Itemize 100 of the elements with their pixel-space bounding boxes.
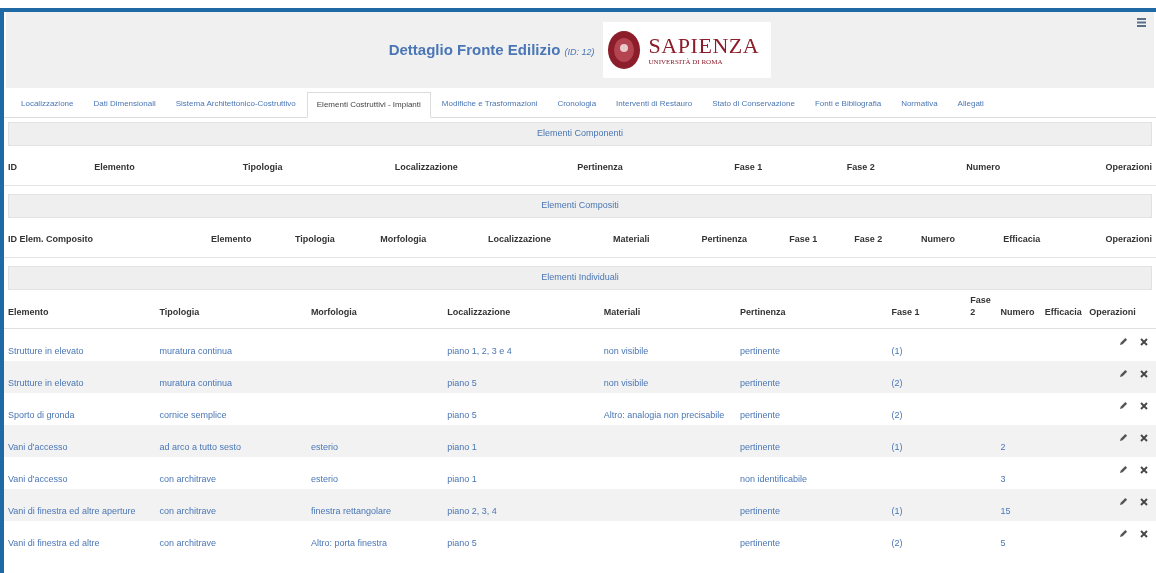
column-header: Morfologia bbox=[379, 232, 428, 246]
edit-icon[interactable] bbox=[1119, 337, 1128, 346]
column-header: Tipologia bbox=[241, 160, 284, 174]
cell-link[interactable]: con architrave bbox=[159, 538, 216, 548]
cell-link[interactable]: pertinente bbox=[739, 410, 780, 420]
cell-link[interactable]: non visibile bbox=[603, 346, 649, 356]
cell-link[interactable]: Vani di finestra ed altre aperture bbox=[8, 506, 136, 516]
cell-link[interactable]: pertinente bbox=[739, 442, 780, 452]
cell-link[interactable]: pertinente bbox=[739, 378, 780, 388]
column-header: Fase 1 bbox=[733, 160, 764, 174]
cell-link[interactable]: (1) bbox=[891, 442, 903, 452]
tab[interactable]: Elementi Costruttivi - Impianti bbox=[306, 92, 431, 118]
edit-icon[interactable] bbox=[1119, 465, 1128, 474]
cell-link[interactable]: muratura continua bbox=[159, 378, 232, 388]
cell-link[interactable]: piano 2, 3, 4 bbox=[447, 506, 497, 516]
section-title: Elementi Componenti bbox=[536, 127, 623, 141]
column-header: Pertinenza bbox=[739, 306, 786, 318]
tab[interactable]: Cronologia bbox=[548, 91, 606, 117]
cell-link[interactable]: pertinente bbox=[739, 538, 780, 548]
delete-icon[interactable] bbox=[1140, 497, 1148, 506]
cell-link[interactable]: (2) bbox=[891, 378, 903, 388]
column-header: Localizzazione bbox=[393, 160, 459, 174]
delete-icon[interactable] bbox=[1140, 337, 1148, 346]
cell-link[interactable]: (1) bbox=[891, 346, 903, 356]
column-header: Tipologia bbox=[294, 232, 336, 246]
edit-icon[interactable] bbox=[1119, 433, 1128, 442]
cell-link[interactable]: 3 bbox=[1000, 474, 1006, 484]
column-header: Materiali bbox=[603, 306, 641, 318]
cell-link[interactable]: piano 5 bbox=[447, 538, 477, 548]
tab[interactable]: Stato di Conservazione bbox=[703, 91, 804, 117]
column-header: Localizzazione bbox=[487, 232, 553, 246]
cell-link[interactable]: Vani d'accesso bbox=[8, 474, 68, 484]
column-header: Fase 1 bbox=[788, 232, 819, 246]
edit-icon[interactable] bbox=[1119, 401, 1128, 410]
delete-icon[interactable] bbox=[1140, 401, 1148, 410]
cell-link[interactable]: (2) bbox=[891, 538, 903, 548]
cell-link[interactable]: 5 bbox=[1000, 538, 1006, 548]
tab[interactable]: Interventi di Restauro bbox=[607, 91, 702, 117]
cell-link[interactable]: non visibile bbox=[603, 378, 649, 388]
column-header: Numero bbox=[965, 160, 1002, 174]
column-header: Efficacia bbox=[1044, 306, 1082, 318]
cell-link[interactable]: Strutture in elevato bbox=[8, 346, 84, 356]
menu-icon[interactable] bbox=[1137, 18, 1146, 27]
delete-icon[interactable] bbox=[1140, 465, 1148, 474]
tab[interactable]: Localizzazione bbox=[12, 91, 83, 117]
column-header: Operazioni bbox=[1104, 160, 1152, 174]
cell-link[interactable]: con architrave bbox=[159, 506, 216, 516]
section-title: Elementi Compositi bbox=[541, 199, 619, 213]
cell-link[interactable]: Sporto di gronda bbox=[8, 410, 75, 420]
column-header: Efficacia bbox=[1002, 232, 1042, 246]
cell-link[interactable]: Altro: analogia non precisabile bbox=[603, 410, 725, 420]
cell-link[interactable]: finestra rettangolare bbox=[310, 506, 391, 516]
cell-link[interactable]: esterio bbox=[310, 474, 338, 484]
column-header: ID Elem. Composito bbox=[8, 232, 94, 246]
delete-icon[interactable] bbox=[1140, 369, 1148, 378]
cell-link[interactable]: piano 1 bbox=[447, 442, 477, 452]
column-header: Numero bbox=[920, 232, 957, 246]
column-header: Pertinenza bbox=[576, 160, 624, 174]
column-header: Operazioni bbox=[1089, 306, 1136, 318]
cell-link[interactable]: pertinente bbox=[739, 346, 780, 356]
tab[interactable]: Allegati bbox=[948, 91, 993, 117]
delete-icon[interactable] bbox=[1140, 529, 1148, 538]
seal-icon bbox=[606, 30, 641, 70]
cell-link[interactable]: (1) bbox=[891, 506, 903, 516]
column-header: Materiali bbox=[611, 232, 651, 246]
tab[interactable]: Sistema Architettonico-Costruttivo bbox=[166, 91, 305, 117]
column-header: Fase 2 bbox=[853, 232, 884, 246]
tab[interactable]: Dati Dimensionali bbox=[84, 91, 165, 117]
cell-link[interactable]: Strutture in elevato bbox=[8, 378, 84, 388]
edit-icon[interactable] bbox=[1119, 497, 1128, 506]
cell-link[interactable]: Altro: porta finestra bbox=[310, 538, 387, 548]
column-header: Localizzazione bbox=[447, 306, 511, 318]
cell-link[interactable]: Vani di finestra ed altre bbox=[8, 538, 100, 548]
column-header: Operazioni bbox=[1104, 232, 1152, 246]
column-header: Numero bbox=[1000, 306, 1035, 318]
tab[interactable]: Fonti e Bibliografia bbox=[805, 91, 891, 117]
page-title: Dettaglio Fronte Edilizio (ID: 12) bbox=[388, 39, 595, 60]
cell-link[interactable]: piano 5 bbox=[447, 410, 477, 420]
column-header: Fase 2 bbox=[845, 160, 876, 174]
cell-link[interactable]: 2 bbox=[1000, 442, 1006, 452]
tab[interactable]: Normativa bbox=[892, 91, 947, 117]
cell-link[interactable]: piano 1, 2, 3 e 4 bbox=[447, 346, 512, 356]
cell-link[interactable]: 15 bbox=[1000, 506, 1011, 516]
cell-link[interactable]: con architrave bbox=[159, 474, 216, 484]
section-title: Elementi Individuali bbox=[541, 271, 619, 285]
cell-link[interactable]: pertinente bbox=[739, 506, 780, 516]
cell-link[interactable]: muratura continua bbox=[159, 346, 232, 356]
edit-icon[interactable] bbox=[1119, 369, 1128, 378]
cell-link[interactable]: piano 1 bbox=[447, 474, 477, 484]
cell-link[interactable]: cornice semplice bbox=[159, 410, 227, 420]
delete-icon[interactable] bbox=[1140, 433, 1148, 442]
cell-link[interactable]: esterio bbox=[310, 442, 338, 452]
cell-link[interactable]: ad arco a tutto sesto bbox=[159, 442, 241, 452]
logo-name: SAPIENZA bbox=[648, 34, 760, 57]
cell-link[interactable]: non identificabile bbox=[739, 474, 807, 484]
cell-link[interactable]: (2) bbox=[891, 410, 903, 420]
tab[interactable]: Modifiche e Trasformazioni bbox=[432, 91, 547, 117]
edit-icon[interactable] bbox=[1119, 529, 1128, 538]
cell-link[interactable]: piano 5 bbox=[447, 378, 477, 388]
cell-link[interactable]: Vani d'accesso bbox=[8, 442, 68, 452]
